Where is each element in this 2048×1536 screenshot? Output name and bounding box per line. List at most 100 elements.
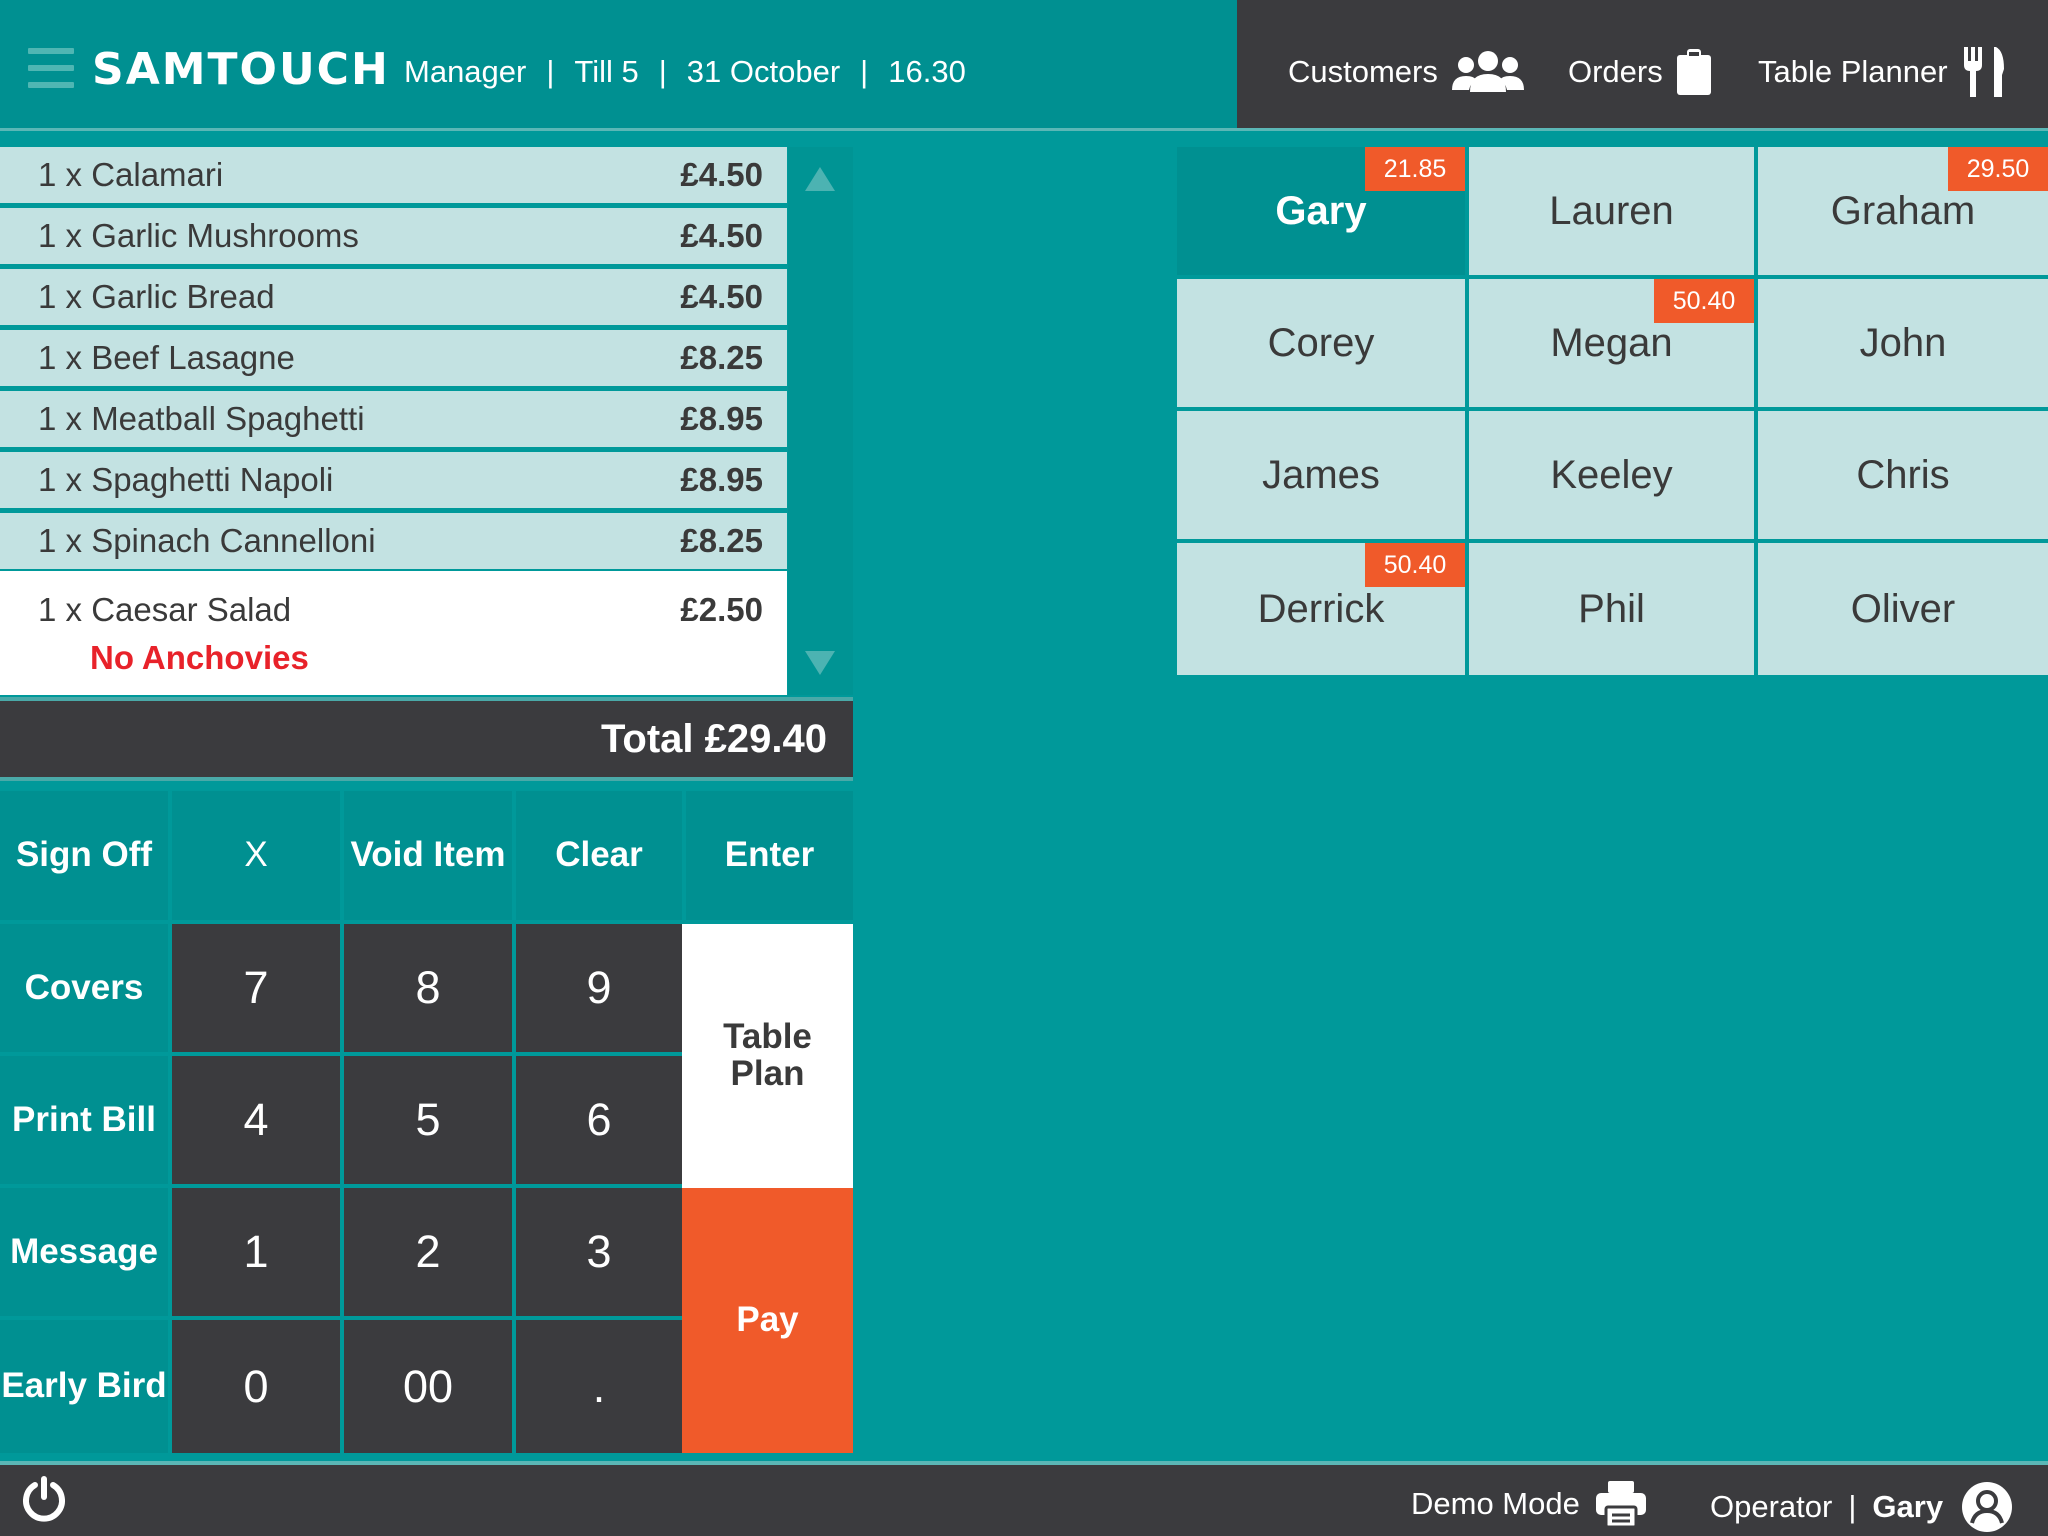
customer-tile-john[interactable]: John [1758, 279, 2048, 407]
customer-tile-james[interactable]: James [1177, 411, 1465, 539]
sign-off-button[interactable]: Sign Off [0, 791, 168, 920]
customer-balance-badge: 50.40 [1654, 279, 1754, 323]
customer-name: Corey [1267, 320, 1375, 365]
order-item[interactable]: 1 x Beef Lasagne £8.25 [0, 330, 787, 386]
time-label: 16.30 [888, 54, 966, 89]
order-item[interactable]: 1 x Meatball Spaghetti £8.95 [0, 391, 787, 447]
demo-mode-label: Demo Mode [1411, 1486, 1580, 1521]
customer-tile-chris[interactable]: Chris [1758, 411, 2048, 539]
separator: | [860, 54, 869, 89]
digit-1-button[interactable]: 1 [172, 1188, 340, 1316]
customers-icon [1451, 51, 1524, 92]
session-info: Manager | Till 5 | 31 October | 16.30 [404, 54, 966, 90]
customer-name: Oliver [1850, 586, 1956, 631]
customer-name: Phil [1578, 586, 1645, 631]
order-item-name: 1 x Beef Lasagne [38, 339, 295, 376]
covers-button[interactable]: Covers [0, 924, 168, 1052]
printer-icon [1595, 1481, 1646, 1527]
order-item-price: £8.25 [680, 339, 763, 376]
customers-label: Customers [1288, 54, 1438, 89]
customer-name: Lauren [1549, 188, 1674, 233]
order-item-name: 1 x Garlic Mushrooms [38, 217, 359, 254]
separator: | [546, 54, 555, 89]
table-planner-button[interactable]: Table Planner [1758, 44, 2004, 100]
table-planner-label: Table Planner [1758, 54, 1948, 89]
customer-tile-keeley[interactable]: Keeley [1469, 411, 1754, 539]
early-bird-button[interactable]: Early Bird [0, 1320, 168, 1453]
till-label: Till 5 [574, 54, 639, 89]
operator-info[interactable]: Operator | Gary [1710, 1481, 2013, 1533]
order-item-price: £4.50 [680, 156, 763, 193]
customer-tile-phil[interactable]: Phil [1469, 543, 1754, 675]
customer-tile-oliver[interactable]: Oliver [1758, 543, 2048, 675]
power-icon[interactable] [20, 1475, 68, 1523]
customer-name: Graham [1830, 188, 1976, 233]
order-item-price: £8.95 [680, 461, 763, 498]
message-button[interactable]: Message [0, 1188, 168, 1316]
order-item[interactable]: 1 x Garlic Mushrooms £4.50 [0, 208, 787, 264]
order-item-note: No Anchovies [90, 639, 309, 676]
cutlery-icon [1963, 47, 2004, 97]
customer-name: John [1859, 320, 1947, 365]
order-item-price: £8.25 [680, 522, 763, 559]
menu-icon[interactable] [28, 48, 74, 88]
footer-bar: Demo Mode Operator | Gary [0, 1465, 2048, 1536]
orders-label: Orders [1568, 54, 1663, 89]
digit-6-button[interactable]: 6 [516, 1056, 682, 1184]
operator-label: Operator [1710, 1489, 1833, 1524]
scroll-down-button[interactable] [796, 639, 844, 687]
void-item-button[interactable]: Void Item [344, 791, 512, 920]
digit-2-button[interactable]: 2 [344, 1188, 512, 1316]
table-plan-button[interactable]: Table Plan [682, 924, 853, 1188]
customers-button[interactable]: Customers [1288, 44, 1524, 100]
digit-4-button[interactable]: 4 [172, 1056, 340, 1184]
print-bill-button[interactable]: Print Bill [0, 1056, 168, 1184]
order-item[interactable]: 1 x Garlic Bread £4.50 [0, 269, 787, 325]
clipboard-icon [1676, 49, 1711, 95]
orders-button[interactable]: Orders [1568, 44, 1711, 100]
scroll-up-button[interactable] [796, 155, 844, 203]
multiply-button[interactable]: X [172, 791, 340, 920]
order-item-name: 1 x Garlic Bread [38, 278, 275, 315]
digit-9-button[interactable]: 9 [516, 924, 682, 1052]
order-item-selected[interactable]: 1 x Caesar Salad £2.50 No Anchovies [0, 571, 787, 695]
header-divider [0, 128, 2048, 131]
separator: | [1848, 1489, 1857, 1524]
keypad: Sign Off X Void Item Clear Enter Covers … [0, 791, 853, 1453]
order-item[interactable]: 1 x Spinach Cannelloni £8.25 [0, 513, 787, 569]
user-icon [1962, 1482, 2013, 1532]
digit-3-button[interactable]: 3 [516, 1188, 682, 1316]
enter-button[interactable]: Enter [686, 791, 853, 920]
order-item-name: 1 x Caesar Salad [38, 591, 292, 628]
order-item-price: £4.50 [680, 278, 763, 315]
digit-5-button[interactable]: 5 [344, 1056, 512, 1184]
order-item-price: £4.50 [680, 217, 763, 254]
digit-8-button[interactable]: 8 [344, 924, 512, 1052]
order-scrollbar[interactable] [788, 147, 853, 695]
digit-0-button[interactable]: 0 [172, 1320, 340, 1453]
arrow-up-icon [805, 167, 835, 191]
customer-tile-lauren[interactable]: Lauren [1469, 147, 1754, 275]
customer-name: James [1262, 452, 1380, 497]
customer-balance-badge: 21.85 [1365, 147, 1465, 191]
customer-balance-badge: 50.40 [1365, 543, 1465, 587]
demo-mode-indicator[interactable]: Demo Mode [1411, 1481, 1646, 1527]
digit-00-button[interactable]: 00 [344, 1320, 512, 1453]
customer-name: Keeley [1550, 452, 1673, 497]
order-item-name: 1 x Spaghetti Napoli [38, 461, 334, 498]
digit-7-button[interactable]: 7 [172, 924, 340, 1052]
order-item[interactable]: 1 x Calamari £4.50 [0, 147, 787, 203]
customer-name: Gary [1275, 188, 1367, 233]
order-item-name: 1 x Spinach Cannelloni [38, 522, 376, 559]
order-list[interactable]: 1 x Calamari £4.50 1 x Garlic Mushrooms … [0, 147, 788, 695]
clear-button[interactable]: Clear [516, 791, 682, 920]
pay-button[interactable]: Pay [682, 1188, 853, 1453]
order-item-price: £2.50 [680, 591, 763, 628]
date-label: 31 October [686, 54, 841, 89]
customer-balance-badge: 29.50 [1948, 147, 2048, 191]
decimal-button[interactable]: . [516, 1320, 682, 1453]
order-item[interactable]: 1 x Spaghetti Napoli £8.95 [0, 452, 787, 508]
customer-name: Derrick [1257, 586, 1385, 631]
operator-name: Gary [1872, 1489, 1944, 1524]
customer-tile-corey[interactable]: Corey [1177, 279, 1465, 407]
